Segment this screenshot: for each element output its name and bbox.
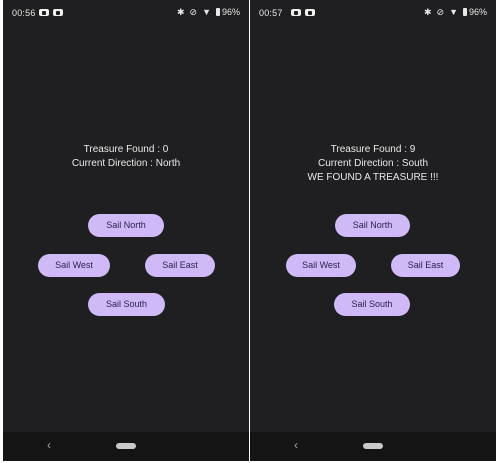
game-info: Treasure Found : 9 Current Direction : S… bbox=[250, 143, 496, 185]
youtube-notification-icon bbox=[53, 9, 63, 16]
phone-screen-before: 00:56 ✱ ⊘ ▼ 96% Treasure Found : 0 Curre… bbox=[3, 0, 249, 461]
battery-percent: 96% bbox=[221, 7, 240, 17]
status-icons: ✱ ⊘ ▼ 96% bbox=[424, 7, 487, 17]
sail-east-button[interactable]: Sail East bbox=[145, 254, 215, 277]
game-info: Treasure Found : 0 Current Direction : N… bbox=[3, 143, 249, 171]
battery-icon bbox=[215, 8, 220, 16]
mute-icon: ⊘ bbox=[436, 7, 445, 17]
battery-percent: 96% bbox=[468, 7, 487, 17]
wifi-icon: ▼ bbox=[202, 7, 211, 17]
wifi-icon: ▼ bbox=[449, 7, 458, 17]
navigation-bar: ‹ bbox=[250, 432, 496, 461]
phone-screen-after: 00:57 ✱ ⊘ ▼ 96% Treasure Found : 9 Curre… bbox=[250, 0, 496, 461]
sail-north-button[interactable]: Sail North bbox=[88, 214, 164, 237]
mute-icon: ⊘ bbox=[189, 7, 198, 17]
bluetooth-icon: ✱ bbox=[176, 7, 185, 17]
status-icons: ✱ ⊘ ▼ 96% bbox=[177, 7, 240, 17]
status-bar: 00:56 ✱ ⊘ ▼ 96% bbox=[3, 0, 249, 26]
back-icon[interactable]: ‹ bbox=[294, 438, 298, 452]
sail-south-button[interactable]: Sail South bbox=[88, 293, 165, 316]
battery-icon bbox=[462, 8, 467, 16]
current-direction-text: Current Direction : South bbox=[317, 158, 429, 169]
youtube-notification-icon bbox=[39, 9, 49, 16]
sail-south-button[interactable]: Sail South bbox=[334, 293, 410, 316]
status-time: 00:57 bbox=[259, 8, 283, 18]
sail-east-button[interactable]: Sail East bbox=[391, 254, 460, 277]
home-pill-icon[interactable] bbox=[363, 443, 383, 449]
treasure-message: WE FOUND A TREASURE !!! bbox=[307, 172, 439, 183]
treasure-found-text: Treasure Found : 9 bbox=[330, 144, 416, 155]
back-icon[interactable]: ‹ bbox=[47, 438, 51, 452]
sail-west-button[interactable]: Sail West bbox=[38, 254, 110, 277]
status-time: 00:56 bbox=[12, 8, 36, 18]
navigation-bar: ‹ bbox=[3, 432, 249, 461]
sail-west-button[interactable]: Sail West bbox=[286, 254, 356, 277]
treasure-found-text: Treasure Found : 0 bbox=[83, 144, 169, 155]
youtube-notification-icon bbox=[291, 9, 301, 16]
bluetooth-icon: ✱ bbox=[423, 7, 432, 17]
youtube-notification-icon bbox=[305, 9, 315, 16]
status-bar: 00:57 ✱ ⊘ ▼ 96% bbox=[250, 0, 496, 26]
home-pill-icon[interactable] bbox=[116, 443, 136, 449]
current-direction-text: Current Direction : North bbox=[71, 158, 181, 169]
sail-north-button[interactable]: Sail North bbox=[335, 214, 410, 237]
